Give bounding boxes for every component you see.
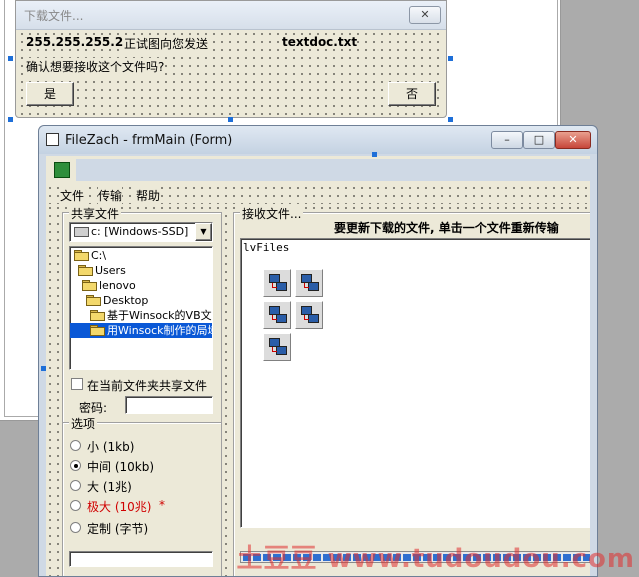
resize-handle[interactable] bbox=[41, 366, 46, 371]
password-label: 密码: bbox=[79, 401, 108, 415]
options-legend: 选项 bbox=[69, 415, 98, 432]
main-window-title: FileZach - frmMain (Form) bbox=[65, 133, 233, 148]
download-dialog-titlebar[interactable]: 下载文件... ✕ bbox=[16, 1, 446, 30]
yes-button[interactable]: 是 bbox=[26, 82, 74, 106]
password-input[interactable] bbox=[125, 396, 213, 414]
watermark: 土豆豆 www.tudoudou.com bbox=[236, 544, 635, 574]
computer-icon[interactable] bbox=[263, 269, 291, 297]
menu-bar: 文件 传输 帮助 bbox=[46, 184, 590, 204]
share-checkbox-label: 在当前文件夹共享文件 bbox=[87, 379, 208, 393]
main-window: FileZach - frmMain (Form) – □ ✕ 文件 传输 帮助… bbox=[38, 125, 598, 577]
folder-icon bbox=[74, 249, 89, 261]
toolbar bbox=[46, 156, 590, 184]
menu-help[interactable]: 帮助 bbox=[136, 187, 161, 204]
receive-instruction: 要更新下载的文件, 单击一个文件重新传输 bbox=[334, 221, 559, 235]
receive-files-panel: 接收文件... 要更新下载的文件, 单击一个文件重新传输 lvFiles bbox=[233, 205, 590, 576]
download-dialog-title: 下载文件... bbox=[24, 9, 84, 23]
shared-files-legend: 共享文件 bbox=[69, 205, 122, 222]
folder-icon bbox=[90, 309, 105, 321]
menu-file[interactable]: 文件 bbox=[60, 187, 85, 204]
confirm-question: 确认想要接收这个文件吗? bbox=[26, 58, 165, 75]
form-client-area: 文件 传输 帮助 共享文件 c: [Windows-SSD] ▼ C:\ Use… bbox=[46, 156, 590, 576]
resize-handle[interactable] bbox=[228, 117, 233, 122]
tree-item-selected[interactable]: 用Winsock制作的局域 bbox=[70, 323, 212, 338]
radio-medium[interactable] bbox=[70, 460, 81, 471]
send-message: 正试图向您发送 bbox=[124, 35, 209, 52]
resize-handle[interactable] bbox=[448, 117, 453, 122]
download-dialog: 下载文件... ✕ 255.255.255.255 正试图向您发送 textdo… bbox=[8, 0, 453, 122]
menu-transfer[interactable]: 传输 bbox=[98, 187, 123, 204]
files-list-name: lvFiles bbox=[243, 241, 290, 254]
close-icon[interactable]: ✕ bbox=[409, 6, 441, 24]
resize-handle[interactable] bbox=[448, 56, 453, 61]
radio-small[interactable] bbox=[70, 440, 81, 451]
sender-ip: 255.255.255.255 bbox=[26, 35, 140, 49]
computer-icon[interactable] bbox=[263, 301, 291, 329]
option-extra-large-label: 极大 (10兆) bbox=[87, 500, 152, 514]
option-custom-label: 定制 (字节) bbox=[87, 522, 149, 536]
radio-custom[interactable] bbox=[70, 522, 81, 533]
computer-icon[interactable] bbox=[295, 301, 323, 329]
maximize-icon[interactable]: □ bbox=[523, 131, 555, 149]
files-list[interactable]: lvFiles bbox=[240, 238, 590, 528]
drive-select-value: c: [Windows-SSD] bbox=[91, 225, 189, 238]
close-icon[interactable]: ✕ bbox=[555, 131, 591, 149]
folder-icon bbox=[86, 294, 101, 306]
main-window-titlebar[interactable]: FileZach - frmMain (Form) – □ ✕ bbox=[39, 126, 597, 154]
tree-item[interactable]: lenovo bbox=[82, 278, 136, 293]
share-checkbox[interactable] bbox=[71, 378, 83, 390]
option-medium-label: 中间 (10kb) bbox=[87, 460, 155, 474]
no-button[interactable]: 否 bbox=[388, 82, 436, 106]
radio-extra-large[interactable] bbox=[70, 500, 81, 511]
warning-mark: * bbox=[159, 498, 165, 512]
radio-large[interactable] bbox=[70, 480, 81, 491]
folder-icon bbox=[82, 279, 97, 291]
app-icon[interactable] bbox=[54, 162, 70, 178]
form-icon bbox=[46, 133, 59, 146]
receive-files-legend: 接收文件... bbox=[240, 205, 304, 222]
minimize-icon[interactable]: – bbox=[491, 131, 523, 149]
computer-icon[interactable] bbox=[263, 333, 291, 361]
folder-tree[interactable]: C:\ Users lenovo Desktop 基于Winsock的VB文件 … bbox=[69, 246, 213, 370]
folder-icon bbox=[78, 264, 93, 276]
resize-handle[interactable] bbox=[8, 117, 13, 122]
tree-item[interactable]: Desktop bbox=[86, 293, 148, 308]
drive-select[interactable]: c: [Windows-SSD] ▼ bbox=[69, 222, 213, 242]
resize-handle[interactable] bbox=[372, 152, 377, 157]
custom-size-input[interactable] bbox=[69, 551, 213, 567]
option-large-label: 大 (1兆) bbox=[87, 480, 132, 494]
computer-icon[interactable] bbox=[295, 269, 323, 297]
download-dialog-body: 255.255.255.255 正试图向您发送 textdoc.txt 确认想要… bbox=[18, 30, 444, 115]
chevron-down-icon[interactable]: ▼ bbox=[195, 223, 212, 241]
tree-item[interactable]: 基于Winsock的VB文件 bbox=[90, 308, 212, 323]
drive-icon bbox=[74, 227, 89, 237]
folder-icon bbox=[90, 324, 105, 336]
tree-item[interactable]: C:\ bbox=[74, 248, 106, 263]
tree-item[interactable]: Users bbox=[78, 263, 126, 278]
resize-handle[interactable] bbox=[8, 56, 13, 61]
incoming-filename: textdoc.txt bbox=[282, 35, 358, 49]
option-small-label: 小 (1kb) bbox=[87, 440, 135, 454]
shared-files-panel: 共享文件 c: [Windows-SSD] ▼ C:\ Users lenovo… bbox=[62, 205, 222, 436]
toolbar-strip bbox=[76, 159, 590, 181]
options-panel: 选项 小 (1kb) 中间 (10kb) 大 (1兆) 极大 (10兆) * 定… bbox=[62, 415, 222, 576]
